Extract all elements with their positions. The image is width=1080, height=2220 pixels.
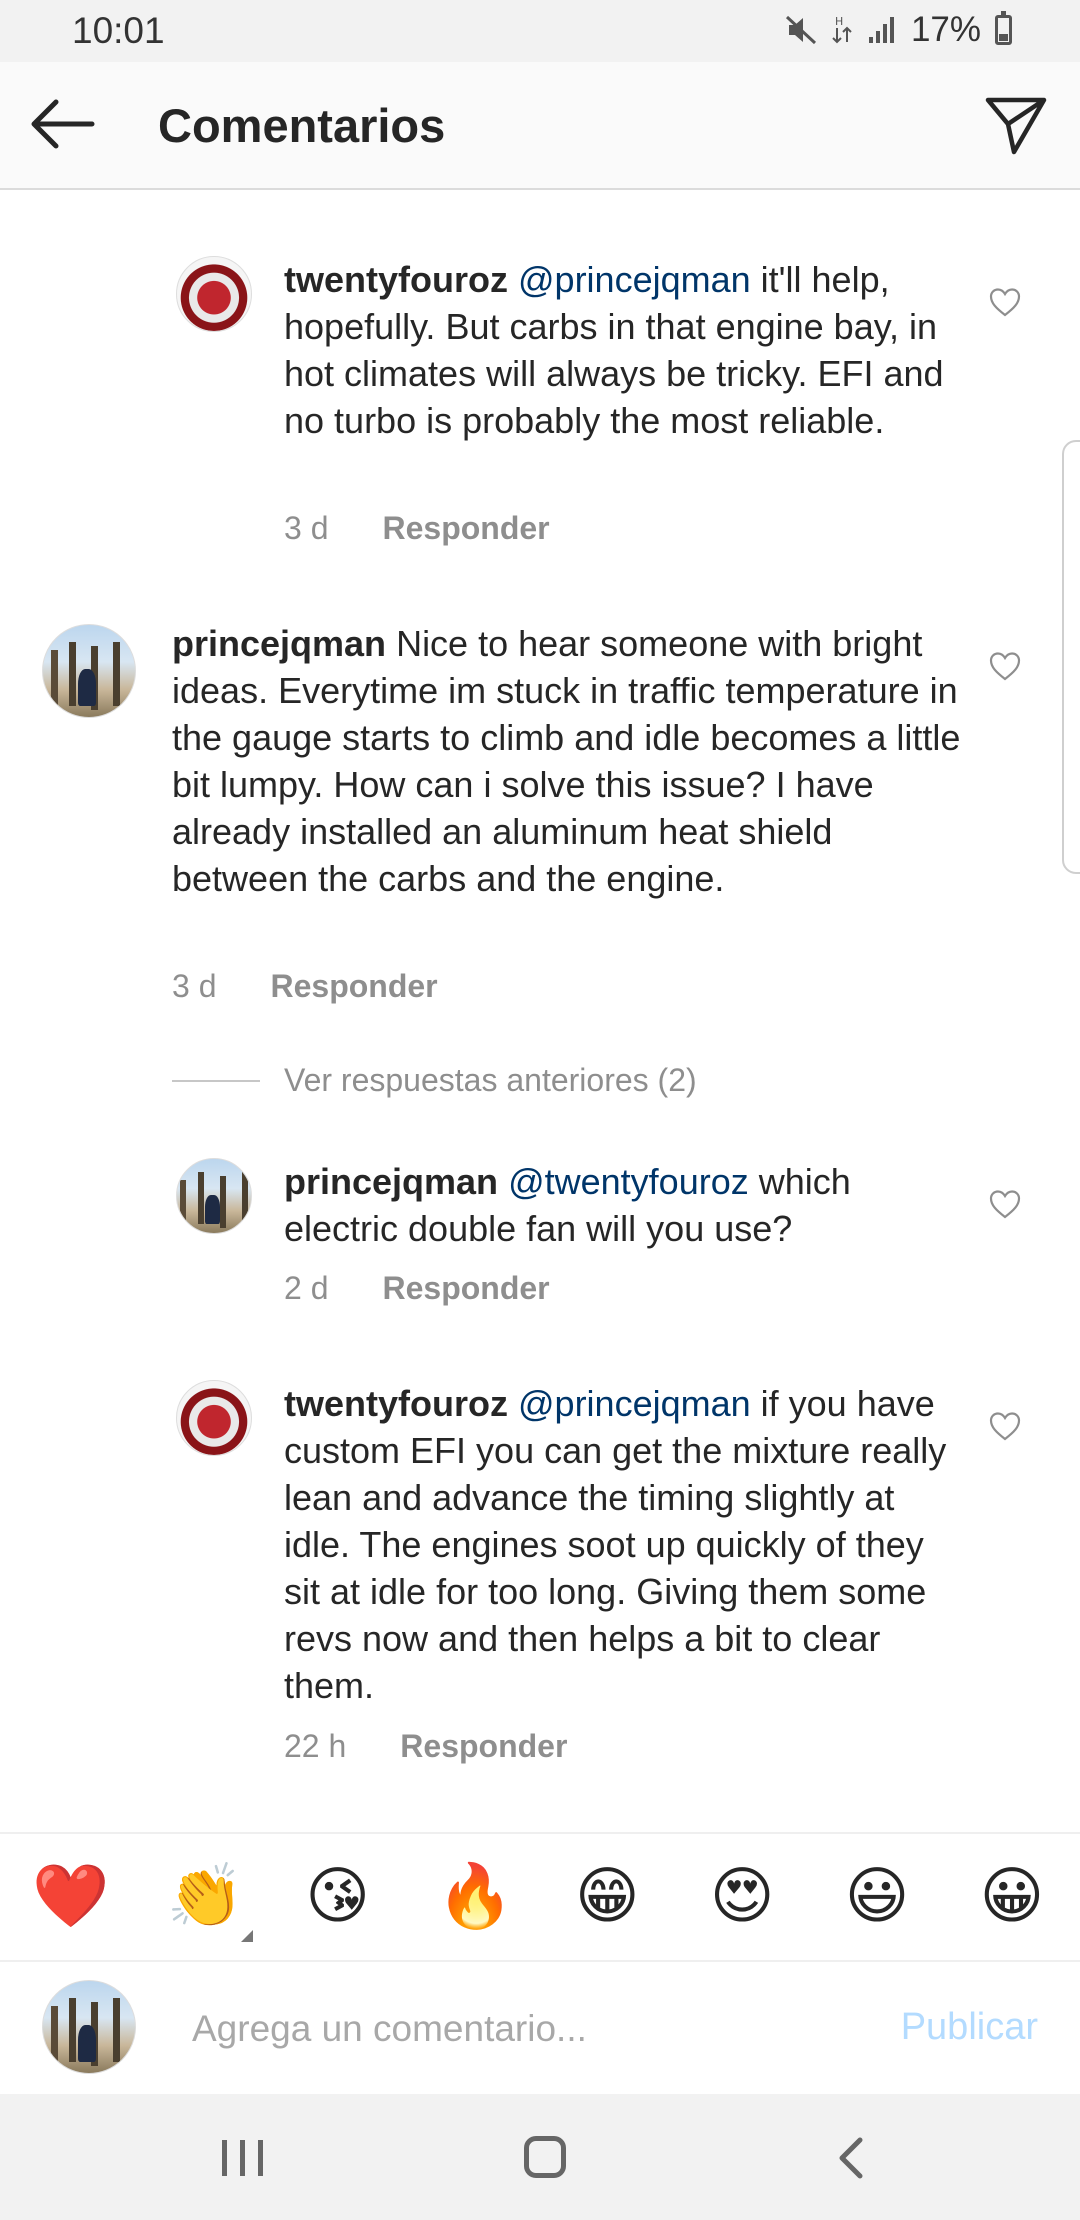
- comment-mention[interactable]: @princejqman: [518, 259, 751, 300]
- comment-text: twentyfouroz @princejqman it'll help, ho…: [284, 256, 964, 444]
- avatar[interactable]: [176, 256, 252, 332]
- reply-button[interactable]: Responder: [382, 510, 549, 547]
- comment-body: Nice to hear someone with bright ideas. …: [172, 623, 961, 899]
- top-app-bar: Comentarios: [0, 62, 1080, 190]
- emoji-grinning[interactable]: 😀: [976, 1866, 1048, 1928]
- comment-meta: 22 h Responder: [284, 1728, 567, 1765]
- avatar: [42, 1980, 136, 2074]
- reply-button[interactable]: Responder: [400, 1728, 567, 1765]
- system-nav-bar: [0, 2094, 1080, 2220]
- status-time: 10:01: [72, 10, 165, 51]
- view-previous-replies[interactable]: Ver respuestas anteriores (2): [172, 1062, 697, 1099]
- comment-body: if you have custom EFI you can get the m…: [284, 1383, 947, 1706]
- comment-username[interactable]: twentyfouroz: [284, 259, 508, 300]
- like-heart-icon[interactable]: [988, 1188, 1022, 1220]
- emoji-clap[interactable]: 👏: [167, 1866, 253, 1942]
- comment-mention[interactable]: @princejqman: [518, 1383, 751, 1424]
- emoji-fire[interactable]: 🔥: [437, 1866, 514, 1928]
- emoji-quick-bar: ❤️ 👏 😘 🔥 😁 😍 😃 😀: [0, 1832, 1080, 1962]
- emoji-heart[interactable]: ❤️: [32, 1866, 109, 1928]
- divider: [172, 1079, 260, 1082]
- page-title: Comentarios: [158, 99, 446, 152]
- reply-button[interactable]: Responder: [270, 968, 437, 1005]
- emoji-kiss[interactable]: 😘: [302, 1866, 374, 1928]
- comment-meta: 3 d Responder: [172, 968, 438, 1005]
- like-heart-icon[interactable]: [988, 650, 1022, 682]
- recents-icon[interactable]: [222, 2140, 264, 2176]
- scroll-indicator[interactable]: [1062, 440, 1080, 874]
- avatar[interactable]: [176, 1380, 252, 1456]
- comment-time: 22 h: [284, 1728, 347, 1764]
- comment-meta: 3 d Responder: [284, 510, 550, 547]
- reply-button[interactable]: Responder: [382, 1270, 549, 1307]
- data-transfer-icon: H: [831, 14, 853, 46]
- avatar[interactable]: [176, 1158, 252, 1234]
- post-button[interactable]: Publicar: [901, 2006, 1038, 2049]
- like-heart-icon[interactable]: [988, 286, 1022, 318]
- signal-icon: [867, 15, 897, 45]
- status-bar: 10:01 H 17%: [0, 0, 1080, 62]
- direct-send-icon[interactable]: [984, 94, 1048, 156]
- comment-username[interactable]: princejqman: [284, 1161, 498, 1202]
- home-icon[interactable]: [524, 2136, 566, 2178]
- comment-time: 3 d: [172, 968, 217, 1004]
- comment-time: 2 d: [284, 1270, 329, 1306]
- emoji-smiley[interactable]: 😃: [841, 1866, 913, 1928]
- comment-mention[interactable]: @twentyfouroz: [508, 1161, 749, 1202]
- comment-text: princejqman @twentyfouroz which electric…: [284, 1158, 964, 1252]
- mute-icon: [785, 15, 817, 45]
- status-icons: H 17%: [785, 10, 1012, 50]
- view-previous-label[interactable]: Ver respuestas anteriores (2): [284, 1062, 697, 1099]
- avatar[interactable]: [42, 624, 136, 718]
- comment-input[interactable]: [190, 2000, 844, 2058]
- battery-percent: 17%: [910, 10, 981, 49]
- back-icon[interactable]: [832, 2136, 872, 2180]
- svg-text:H: H: [835, 15, 843, 28]
- comment-time: 3 d: [284, 510, 329, 546]
- comment-username[interactable]: twentyfouroz: [284, 1383, 508, 1424]
- emoji-grin[interactable]: 😁: [571, 1866, 643, 1928]
- emoji-clap-glyph: 👏: [166, 1862, 245, 1931]
- comment-meta: 2 d Responder: [284, 1270, 550, 1307]
- skin-tone-indicator: [240, 1930, 253, 1942]
- battery-icon: [995, 11, 1012, 45]
- emoji-heart-eyes[interactable]: 😍: [706, 1866, 778, 1928]
- like-heart-icon[interactable]: [988, 1410, 1022, 1442]
- comment-composer: Publicar: [0, 1962, 1080, 2094]
- comment-username[interactable]: princejqman: [172, 623, 386, 664]
- back-arrow-icon[interactable]: [28, 96, 96, 152]
- comment-text: princejqman Nice to hear someone with br…: [172, 620, 962, 902]
- comment-text: twentyfouroz @princejqman if you have cu…: [284, 1380, 964, 1709]
